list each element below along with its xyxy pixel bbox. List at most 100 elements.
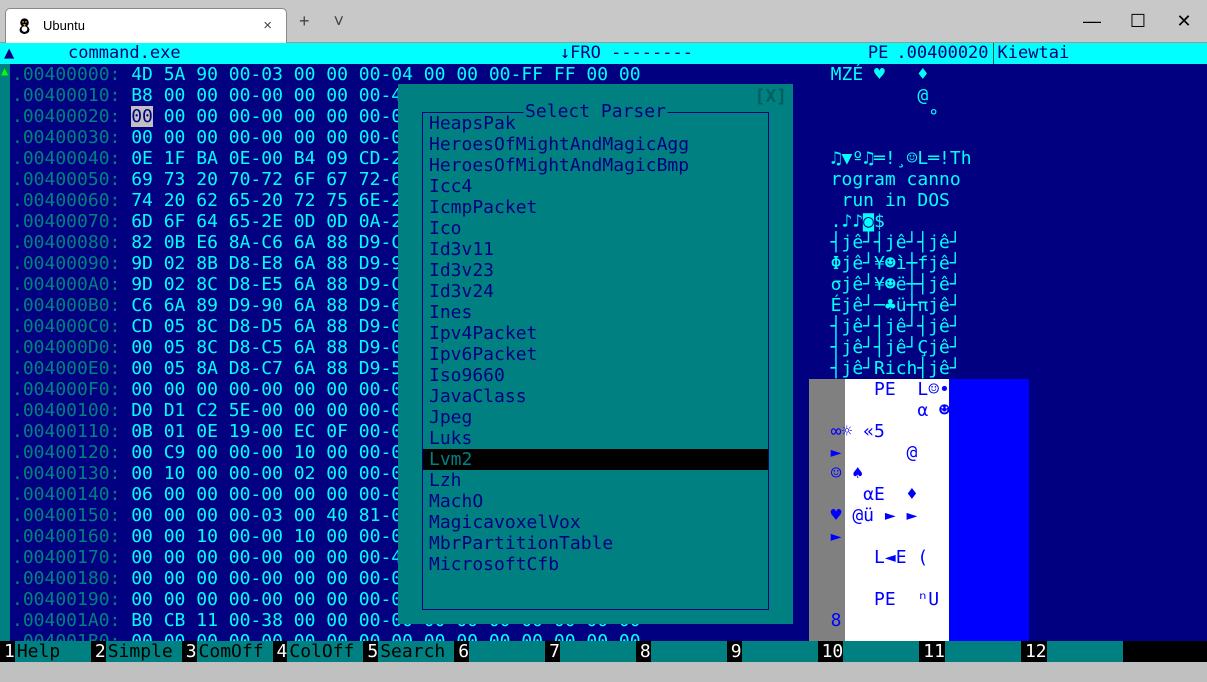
function-key-bar: 1Help 2Simple3ComOff4ColOff5Search6 7 8 … — [0, 641, 1207, 662]
parser-item[interactable]: Iso9660 — [423, 365, 768, 386]
status-tool: Kiewtai — [993, 43, 1074, 64]
ascii-row: ► @ — [809, 442, 1207, 463]
fkey-label[interactable] — [843, 641, 919, 662]
parser-item[interactable]: Lzh — [423, 470, 768, 491]
fkey-number: 7 — [545, 641, 560, 662]
parser-item[interactable]: HeroesOfMightAndMagicAgg — [423, 134, 768, 155]
fkey-label[interactable]: Search — [378, 641, 454, 662]
window-controls: — ☐ ✕ — [1069, 6, 1207, 36]
parser-item[interactable]: Ipv4Packet — [423, 323, 768, 344]
dialog-body: Select Parser HeapsPakHeroesOfMightAndMa… — [422, 112, 769, 610]
fkey-label[interactable] — [945, 641, 1021, 662]
dialog-close-button[interactable]: [X] — [754, 86, 787, 107]
penguin-icon — [16, 17, 33, 34]
ascii-column: MZÉ ♥ ♦ @ ° ♫▼º♫═!¸☺L═!Th rogram canno r… — [809, 64, 1207, 662]
ascii-row: σjê┘¥☻ë┼┤jê┘ — [809, 274, 1207, 295]
ascii-row: αE ♦ — [809, 484, 1207, 505]
ascii-row: Éjê┘─♣ü┼πjê┘ — [809, 295, 1207, 316]
status-arrow-icon: ▲ — [0, 43, 18, 64]
parser-item[interactable]: Lvm2 — [423, 449, 768, 470]
dialog-title: Select Parser — [523, 101, 668, 122]
fkey-number: 4 — [273, 641, 288, 662]
tab-title: Ubuntu — [43, 18, 259, 33]
parser-item[interactable]: MagicavoxelVox — [423, 512, 768, 533]
parser-item[interactable]: MicrosoftCfb — [423, 554, 768, 575]
fkey-number: 9 — [727, 641, 742, 662]
parser-item[interactable]: JavaClass — [423, 386, 768, 407]
browser-tab[interactable]: Ubuntu × — [5, 8, 287, 43]
select-parser-dialog: [X] Select Parser HeapsPakHeroesOfMightA… — [398, 84, 793, 624]
ascii-row: ° — [809, 106, 1207, 127]
tab-close-button[interactable]: × — [259, 17, 276, 34]
ascii-row: ♥ @ü ► ► — [809, 505, 1207, 526]
fkey-number: 5 — [363, 641, 378, 662]
window-titlebar: Ubuntu × + ˅ — ☐ ✕ — [0, 0, 1207, 43]
ascii-row: ┤jê┘┤jê┘┤jê┘ — [809, 232, 1207, 253]
ascii-row — [809, 127, 1207, 148]
parser-item[interactable]: Ico — [423, 218, 768, 239]
status-format: PE — [864, 43, 892, 64]
status-mode: ↓FRO -------- — [556, 43, 864, 64]
main-content: ▲ .00400000: 4D 5A 90 00-03 00 00 00-04 … — [0, 64, 1207, 662]
ascii-row: rogram canno — [809, 169, 1207, 190]
ascii-row: ┤jê┘Rich┤jê┘ — [809, 358, 1207, 379]
parser-item[interactable]: Luks — [423, 428, 768, 449]
fkey-label[interactable] — [469, 641, 545, 662]
left-gutter[interactable]: ▲ — [0, 64, 10, 662]
fkey-label[interactable]: Help — [15, 641, 91, 662]
ascii-row: @ — [809, 85, 1207, 106]
fkey-number: 2 — [91, 641, 106, 662]
ascii-row: 8 — [809, 610, 1207, 631]
fkey-label[interactable] — [1047, 641, 1123, 662]
fkey-label[interactable]: ColOff — [287, 641, 363, 662]
ascii-row: α ☻☺ — [809, 400, 1207, 421]
fkey-number: 11 — [919, 641, 945, 662]
fkey-number: 6 — [454, 641, 469, 662]
ascii-row: PE ⁿU — [809, 589, 1207, 610]
ascii-row: Φjê┘¥☻ì┼fjê┘ — [809, 253, 1207, 274]
ascii-row: MZÉ ♥ ♦ — [809, 64, 1207, 85]
status-base: .00400020 — [892, 43, 992, 64]
parser-item[interactable]: Ines — [423, 302, 768, 323]
ascii-row: L◄E ( — [809, 547, 1207, 568]
parser-item[interactable]: Ipv6Packet — [423, 344, 768, 365]
fkey-label[interactable]: ComOff — [197, 641, 273, 662]
tab-dropdown-button[interactable]: ˅ — [322, 11, 357, 32]
parser-item[interactable]: MbrPartitionTable — [423, 533, 768, 554]
ascii-row — [809, 568, 1207, 589]
maximize-button[interactable]: ☐ — [1115, 6, 1161, 36]
ascii-row: ► — [809, 526, 1207, 547]
ascii-row: PE L☺• — [809, 379, 1207, 400]
ascii-row: ∞☼ «5 — [809, 421, 1207, 442]
fkey-number: 10 — [818, 641, 844, 662]
ascii-row: ☺ ♠ — [809, 463, 1207, 484]
ascii-row: ♫▼º♫═!¸☺L═!Th — [809, 148, 1207, 169]
parser-item[interactable]: Icc4 — [423, 176, 768, 197]
close-button[interactable]: ✕ — [1161, 6, 1207, 36]
ascii-row: ┤jê┘┤jê┘┤jê┘ — [809, 316, 1207, 337]
gutter-up-icon[interactable]: ▲ — [1, 64, 8, 78]
parser-item[interactable]: Id3v24 — [423, 281, 768, 302]
parser-item[interactable]: Jpeg — [423, 407, 768, 428]
parser-list[interactable]: HeapsPakHeroesOfMightAndMagicAggHeroesOf… — [423, 113, 768, 575]
parser-item[interactable]: Id3v11 — [423, 239, 768, 260]
fkey-number: 3 — [182, 641, 197, 662]
fkey-label[interactable] — [560, 641, 636, 662]
fkey-label[interactable] — [651, 641, 727, 662]
ascii-row: .♪♪◙$ — [809, 211, 1207, 232]
ascii-row: run in DOS — [809, 190, 1207, 211]
fkey-number: 8 — [636, 641, 651, 662]
hex-row: .00400000: 4D 5A 90 00-03 00 00 00-04 00… — [12, 64, 641, 85]
parser-item[interactable]: MachO — [423, 491, 768, 512]
fkey-number: 1 — [0, 641, 15, 662]
fkey-label[interactable] — [742, 641, 818, 662]
status-filename: command.exe — [18, 43, 556, 64]
new-tab-button[interactable]: + — [287, 11, 322, 32]
parser-item[interactable]: HeroesOfMightAndMagicBmp — [423, 155, 768, 176]
parser-item[interactable]: IcmpPacket — [423, 197, 768, 218]
parser-item[interactable]: Id3v23 — [423, 260, 768, 281]
minimize-button[interactable]: — — [1069, 6, 1115, 36]
fkey-label[interactable]: Simple — [106, 641, 182, 662]
fkey-number: 12 — [1021, 641, 1047, 662]
ascii-row: ┤jê┘┤jê┘Çjê┘ — [809, 337, 1207, 358]
